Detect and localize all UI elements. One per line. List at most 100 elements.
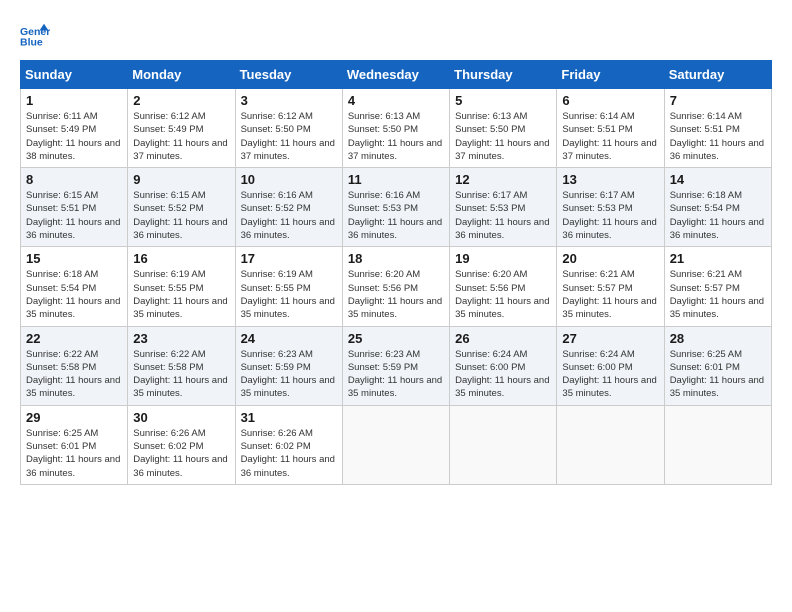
page-header: General Blue (20, 20, 772, 50)
day-number: 7 (670, 93, 766, 108)
calendar-week-row: 15 Sunrise: 6:18 AMSunset: 5:54 PMDayligh… (21, 247, 772, 326)
day-info: Sunrise: 6:26 AMSunset: 6:02 PMDaylight:… (241, 427, 337, 480)
day-info: Sunrise: 6:15 AMSunset: 5:52 PMDaylight:… (133, 189, 229, 242)
calendar-cell: 14 Sunrise: 6:18 AMSunset: 5:54 PMDayligh… (664, 168, 771, 247)
day-info: Sunrise: 6:17 AMSunset: 5:53 PMDaylight:… (562, 189, 658, 242)
day-info: Sunrise: 6:14 AMSunset: 5:51 PMDaylight:… (670, 110, 766, 163)
day-number: 1 (26, 93, 122, 108)
day-info: Sunrise: 6:12 AMSunset: 5:49 PMDaylight:… (133, 110, 229, 163)
day-number: 20 (562, 251, 658, 266)
calendar-cell: 4 Sunrise: 6:13 AMSunset: 5:50 PMDaylight… (342, 89, 449, 168)
day-number: 3 (241, 93, 337, 108)
day-number: 11 (348, 172, 444, 187)
day-number: 30 (133, 410, 229, 425)
day-number: 12 (455, 172, 551, 187)
calendar-cell: 28 Sunrise: 6:25 AMSunset: 6:01 PMDayligh… (664, 326, 771, 405)
day-info: Sunrise: 6:19 AMSunset: 5:55 PMDaylight:… (133, 268, 229, 321)
day-number: 10 (241, 172, 337, 187)
day-info: Sunrise: 6:16 AMSunset: 5:53 PMDaylight:… (348, 189, 444, 242)
day-number: 5 (455, 93, 551, 108)
calendar-week-row: 22 Sunrise: 6:22 AMSunset: 5:58 PMDayligh… (21, 326, 772, 405)
day-number: 13 (562, 172, 658, 187)
weekday-header-row: SundayMondayTuesdayWednesdayThursdayFrid… (21, 61, 772, 89)
day-number: 21 (670, 251, 766, 266)
day-info: Sunrise: 6:21 AMSunset: 5:57 PMDaylight:… (562, 268, 658, 321)
day-info: Sunrise: 6:22 AMSunset: 5:58 PMDaylight:… (26, 348, 122, 401)
day-info: Sunrise: 6:12 AMSunset: 5:50 PMDaylight:… (241, 110, 337, 163)
calendar-cell: 23 Sunrise: 6:22 AMSunset: 5:58 PMDayligh… (128, 326, 235, 405)
calendar-cell (557, 405, 664, 484)
calendar-cell: 8 Sunrise: 6:15 AMSunset: 5:51 PMDaylight… (21, 168, 128, 247)
calendar-cell: 3 Sunrise: 6:12 AMSunset: 5:50 PMDaylight… (235, 89, 342, 168)
day-number: 4 (348, 93, 444, 108)
calendar-cell: 9Sunrise: 6:15 AMSunset: 5:52 PMDaylight… (128, 168, 235, 247)
day-number: 8 (26, 172, 122, 187)
logo-icon: General Blue (20, 20, 50, 50)
day-info: Sunrise: 6:13 AMSunset: 5:50 PMDaylight:… (455, 110, 551, 163)
calendar-week-row: 8 Sunrise: 6:15 AMSunset: 5:51 PMDaylight… (21, 168, 772, 247)
calendar-cell: 10 Sunrise: 6:16 AMSunset: 5:52 PMDayligh… (235, 168, 342, 247)
weekday-header-thursday: Thursday (450, 61, 557, 89)
day-info: Sunrise: 6:15 AMSunset: 5:51 PMDaylight:… (26, 189, 122, 242)
calendar-cell: 22 Sunrise: 6:22 AMSunset: 5:58 PMDayligh… (21, 326, 128, 405)
day-info: Sunrise: 6:26 AMSunset: 6:02 PMDaylight:… (133, 427, 229, 480)
calendar-cell: 15 Sunrise: 6:18 AMSunset: 5:54 PMDayligh… (21, 247, 128, 326)
calendar-week-row: 1 Sunrise: 6:11 AMSunset: 5:49 PMDaylight… (21, 89, 772, 168)
calendar-cell: 11 Sunrise: 6:16 AMSunset: 5:53 PMDayligh… (342, 168, 449, 247)
day-info: Sunrise: 6:13 AMSunset: 5:50 PMDaylight:… (348, 110, 444, 163)
day-number: 6 (562, 93, 658, 108)
calendar-cell: 2 Sunrise: 6:12 AMSunset: 5:49 PMDaylight… (128, 89, 235, 168)
day-info: Sunrise: 6:25 AMSunset: 6:01 PMDaylight:… (26, 427, 122, 480)
weekday-header-sunday: Sunday (21, 61, 128, 89)
calendar-cell: 17Sunrise: 6:19 AMSunset: 5:55 PMDayligh… (235, 247, 342, 326)
day-info: Sunrise: 6:23 AMSunset: 5:59 PMDaylight:… (348, 348, 444, 401)
calendar-cell: 31 Sunrise: 6:26 AMSunset: 6:02 PMDayligh… (235, 405, 342, 484)
day-info: Sunrise: 6:20 AMSunset: 5:56 PMDaylight:… (455, 268, 551, 321)
day-number: 26 (455, 331, 551, 346)
day-info: Sunrise: 6:20 AMSunset: 5:56 PMDaylight:… (348, 268, 444, 321)
weekday-header-wednesday: Wednesday (342, 61, 449, 89)
day-info: Sunrise: 6:25 AMSunset: 6:01 PMDaylight:… (670, 348, 766, 401)
calendar-cell: 20 Sunrise: 6:21 AMSunset: 5:57 PMDayligh… (557, 247, 664, 326)
calendar-cell: 19 Sunrise: 6:20 AMSunset: 5:56 PMDayligh… (450, 247, 557, 326)
day-number: 19 (455, 251, 551, 266)
day-info: Sunrise: 6:11 AMSunset: 5:49 PMDaylight:… (26, 110, 122, 163)
calendar-cell: 5 Sunrise: 6:13 AMSunset: 5:50 PMDaylight… (450, 89, 557, 168)
calendar-cell: 13 Sunrise: 6:17 AMSunset: 5:53 PMDayligh… (557, 168, 664, 247)
day-number: 23 (133, 331, 229, 346)
day-info: Sunrise: 6:23 AMSunset: 5:59 PMDaylight:… (241, 348, 337, 401)
day-number: 22 (26, 331, 122, 346)
calendar-cell: 25Sunrise: 6:23 AMSunset: 5:59 PMDayligh… (342, 326, 449, 405)
day-number: 24 (241, 331, 337, 346)
day-number: 14 (670, 172, 766, 187)
svg-text:Blue: Blue (20, 37, 43, 49)
calendar-cell: 18Sunrise: 6:20 AMSunset: 5:56 PMDayligh… (342, 247, 449, 326)
calendar-cell: 30 Sunrise: 6:26 AMSunset: 6:02 PMDayligh… (128, 405, 235, 484)
calendar-cell: 24 Sunrise: 6:23 AMSunset: 5:59 PMDayligh… (235, 326, 342, 405)
day-info: Sunrise: 6:18 AMSunset: 5:54 PMDaylight:… (26, 268, 122, 321)
day-number: 28 (670, 331, 766, 346)
day-number: 29 (26, 410, 122, 425)
day-number: 2 (133, 93, 229, 108)
day-number: 31 (241, 410, 337, 425)
day-info: Sunrise: 6:24 AMSunset: 6:00 PMDaylight:… (562, 348, 658, 401)
weekday-header-saturday: Saturday (664, 61, 771, 89)
calendar-week-row: 29 Sunrise: 6:25 AMSunset: 6:01 PMDayligh… (21, 405, 772, 484)
weekday-header-monday: Monday (128, 61, 235, 89)
calendar-cell: 1 Sunrise: 6:11 AMSunset: 5:49 PMDaylight… (21, 89, 128, 168)
day-info: Sunrise: 6:22 AMSunset: 5:58 PMDaylight:… (133, 348, 229, 401)
calendar-cell: 27Sunrise: 6:24 AMSunset: 6:00 PMDayligh… (557, 326, 664, 405)
calendar-cell: 7 Sunrise: 6:14 AMSunset: 5:51 PMDaylight… (664, 89, 771, 168)
calendar-cell: 21Sunrise: 6:21 AMSunset: 5:57 PMDayligh… (664, 247, 771, 326)
calendar-cell: 12Sunrise: 6:17 AMSunset: 5:53 PMDayligh… (450, 168, 557, 247)
calendar-cell: 6Sunrise: 6:14 AMSunset: 5:51 PMDaylight… (557, 89, 664, 168)
day-number: 16 (133, 251, 229, 266)
logo: General Blue (20, 20, 54, 50)
calendar-cell: 29 Sunrise: 6:25 AMSunset: 6:01 PMDayligh… (21, 405, 128, 484)
calendar-cell: 26 Sunrise: 6:24 AMSunset: 6:00 PMDayligh… (450, 326, 557, 405)
day-info: Sunrise: 6:24 AMSunset: 6:00 PMDaylight:… (455, 348, 551, 401)
day-info: Sunrise: 6:18 AMSunset: 5:54 PMDaylight:… (670, 189, 766, 242)
day-info: Sunrise: 6:16 AMSunset: 5:52 PMDaylight:… (241, 189, 337, 242)
calendar-cell (450, 405, 557, 484)
day-number: 15 (26, 251, 122, 266)
